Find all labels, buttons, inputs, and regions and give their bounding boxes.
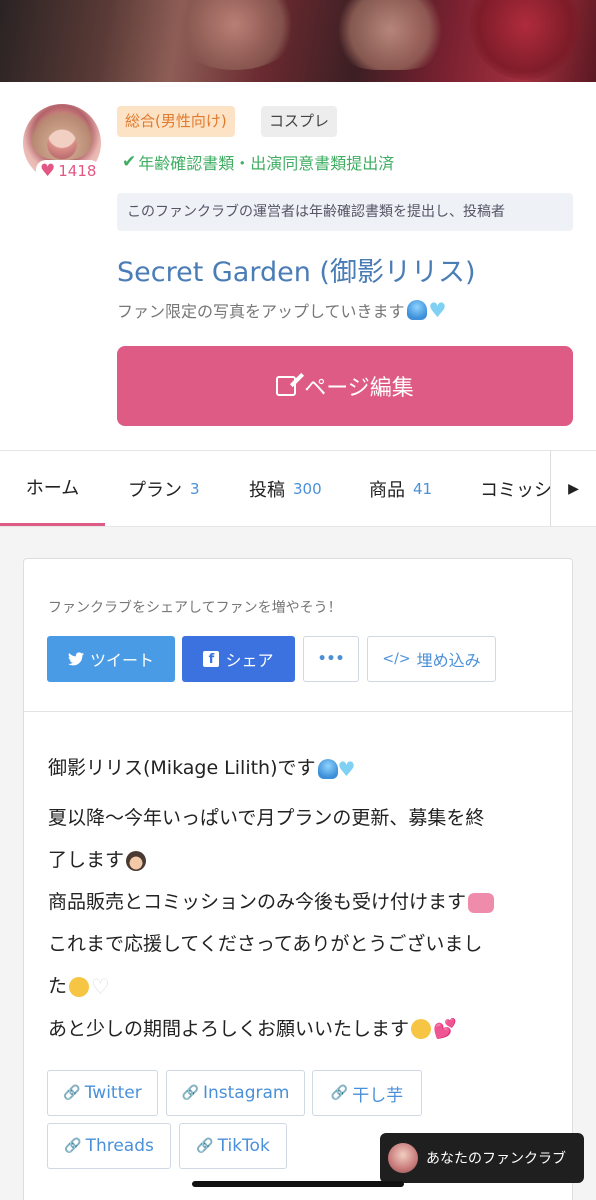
mini-avatar (388, 1143, 418, 1173)
about-line: 商品販売とコミッションのみ今後も受け付けます (48, 881, 558, 923)
twitter-bird-icon (67, 652, 84, 666)
about-line: あと少しの期間よろしくお願いいたします 💕 (48, 1008, 558, 1051)
tab-label: ホーム (25, 478, 80, 499)
embed-label: 埋め込み (416, 651, 481, 670)
caret-right-icon: ▶ (568, 481, 579, 497)
about-line: これまで応援してくださってありがとうございまし (48, 933, 483, 955)
page-description: ファン限定の写真をアップしていきます ♥ (117, 298, 446, 322)
likes-badge: ♥ 1418 (36, 160, 101, 182)
edit-page-label: ページ編集 (304, 376, 414, 401)
share-prompt: ファンクラブをシェアしてファンを増やそう！ (48, 600, 342, 616)
tab-count: 3 (190, 480, 200, 498)
facebook-share-button[interactable]: f シェア (182, 636, 295, 682)
subcategory-tag[interactable]: コスプレ (261, 106, 338, 137)
pleading-face-emoji-icon (69, 976, 90, 997)
tab-posts[interactable]: 投稿 300 (249, 451, 322, 526)
about-line: 了します (48, 839, 558, 881)
verification-notice: このファンクラブの運営者は年齢確認書類を提出し、投稿者 (117, 193, 573, 231)
link-tiktok[interactable]: 🔗 TikTok (179, 1123, 287, 1169)
tab-label: 投稿 (249, 480, 285, 501)
embed-button[interactable]: </> 埋め込み (367, 636, 496, 682)
tweet-label: ツイート (89, 651, 154, 670)
about-line: 夏以降〜今年いっぱいで月プランの更新、募集を終 (48, 807, 485, 829)
edit-icon (276, 376, 297, 396)
white-heart-emoji-icon: ♡ (91, 974, 110, 999)
divider (24, 711, 572, 712)
tab-products[interactable]: 商品 41 (369, 451, 433, 526)
tab-label: プラン (128, 480, 182, 501)
tab-commission[interactable]: コミッシ (480, 451, 552, 526)
link-instagram[interactable]: 🔗 Instagram (166, 1070, 305, 1116)
more-share-button[interactable]: ••• (303, 636, 359, 682)
code-icon: </> (382, 651, 411, 667)
link-icon: 🔗 (330, 1085, 349, 1101)
facebook-icon: f (203, 651, 220, 667)
heart-icon: ♥ (40, 160, 56, 181)
tab-label: 商品 (369, 480, 405, 501)
home-indicator (192, 1181, 404, 1187)
about-text: 御影リリス(Mikage Lilith)です ♥ 夏以降〜今年いっぱいで月プランの… (48, 747, 558, 1050)
link-icon: 🔗 (181, 1085, 199, 1101)
link-hoshiimo[interactable]: 🔗 干し芋 (312, 1070, 422, 1116)
page-title: Secret Garden (御影リリス) (117, 257, 476, 288)
about-line: た ♡ (48, 965, 558, 1008)
ribbon-emoji-icon (468, 892, 495, 913)
tab-plan[interactable]: プラン 3 (128, 451, 200, 526)
tab-home[interactable]: ホーム (0, 451, 105, 526)
tab-label: コミッシ (480, 480, 552, 501)
verified-label: 年齢確認書類・出演同意書類提出済 (138, 154, 395, 173)
tweet-button[interactable]: ツイート (47, 636, 175, 682)
profile-header: ♥ 1418 総合(男性向け) コスプレ ✔ 年齢確認書類・出演同意書類提出済 … (0, 82, 596, 450)
link-icon: 🔗 (63, 1085, 81, 1101)
jellyfish-emoji-icon (317, 758, 338, 779)
edit-page-button[interactable]: ページ編集 (117, 346, 573, 426)
smiling-face-emoji-icon (411, 1019, 432, 1039)
about-line: 御影リリス(Mikage Lilith)です ♥ (48, 756, 356, 781)
description-text: ファン限定の写真をアップしていきます (117, 302, 405, 321)
verified-status: ✔ 年齢確認書類・出演同意書類提出済 (122, 150, 394, 174)
about-card: ファンクラブをシェアしてファンを増やそう！ ツイート f シェア ••• </>… (23, 558, 573, 1200)
tab-count: 300 (293, 480, 322, 498)
link-icon: 🔗 (196, 1138, 214, 1154)
two-hearts-emoji-icon: 💕 (433, 1018, 457, 1040)
bowing-person-emoji-icon (126, 850, 147, 871)
more-dots-icon: ••• (317, 651, 345, 667)
my-fanclub-button[interactable]: あなたのファンクラブ (380, 1133, 584, 1183)
link-twitter[interactable]: 🔗 Twitter (47, 1070, 158, 1116)
tab-count: 41 (413, 480, 433, 498)
facebook-share-label: シェア (225, 651, 274, 670)
category-tag[interactable]: 総合(男性向け) (117, 106, 235, 137)
check-icon: ✔ (122, 152, 137, 172)
cover-image (0, 0, 596, 82)
link-threads[interactable]: 🔗 Threads (47, 1123, 171, 1169)
tab-bar: ホーム プラン 3 投稿 300 商品 41 コミッシ ▶ (0, 450, 596, 527)
my-fanclub-label: あなたのファンクラブ (426, 1151, 566, 1167)
light-blue-heart-icon: ♥ (428, 298, 447, 322)
tab-scroll-right-button[interactable]: ▶ (550, 451, 596, 526)
likes-count: 1418 (58, 162, 97, 180)
jellyfish-emoji-icon (406, 300, 427, 320)
light-blue-heart-icon: ♥ (337, 756, 356, 781)
link-icon: 🔗 (64, 1138, 82, 1154)
